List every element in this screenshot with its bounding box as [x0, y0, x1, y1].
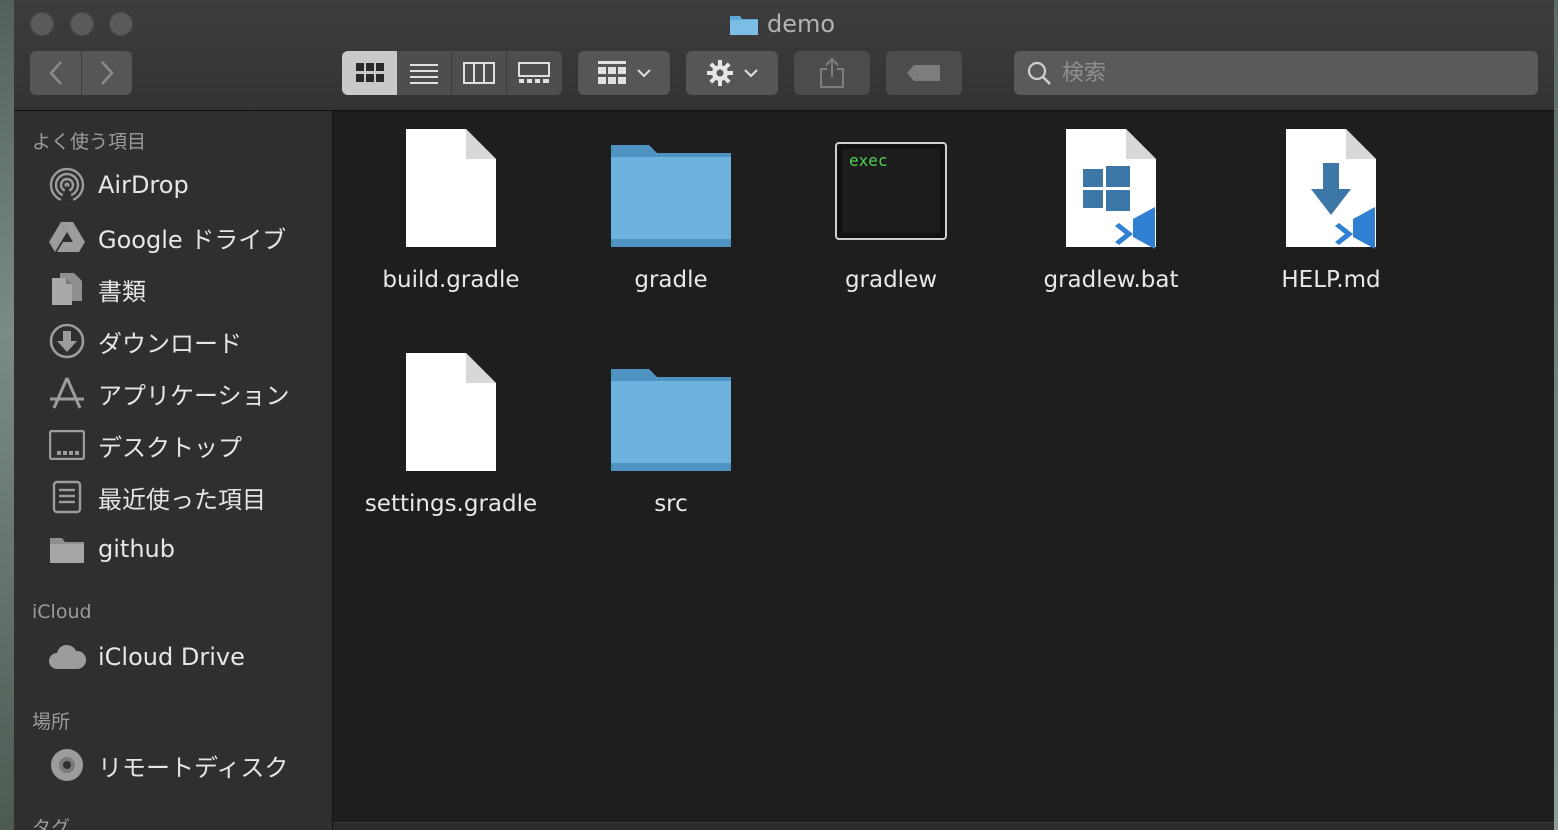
sidebar-item-airdrop[interactable]: AirDrop	[48, 165, 189, 205]
window-title: demo	[729, 10, 835, 38]
sidebar-item-label: デスクトップ	[98, 433, 242, 462]
windows-document-icon	[1041, 127, 1181, 257]
view-switcher	[342, 51, 562, 95]
sidebar-item-desktop[interactable]: デスクトップ	[48, 425, 242, 465]
action-button[interactable]	[686, 51, 778, 95]
column-view-icon	[462, 62, 495, 84]
minimize-button[interactable]	[70, 12, 94, 36]
folder-icon	[730, 16, 758, 35]
sidebar-section-locations: 場所	[32, 711, 71, 733]
search-icon	[1027, 61, 1051, 85]
sidebar-item-label: 最近使った項目	[98, 485, 266, 514]
folder-icon	[601, 127, 741, 257]
sidebar-item-label: AirDrop	[98, 171, 189, 199]
file-name: HELP.md	[1281, 267, 1381, 293]
exec-badge: exec	[849, 151, 888, 170]
folder-icon	[48, 530, 86, 568]
file-name: settings.gradle	[364, 491, 538, 517]
window-title-text: demo	[767, 10, 836, 38]
chevron-left-icon	[48, 61, 62, 85]
sidebar-item-label: アプリケーション	[98, 381, 290, 410]
close-button[interactable]	[30, 12, 54, 36]
desktop-icon	[48, 426, 86, 464]
sidebar-item-remote-disc[interactable]: リモートディスク	[48, 745, 288, 785]
file-name: src	[654, 491, 688, 517]
google-drive-icon	[48, 218, 86, 256]
applications-icon	[48, 374, 86, 412]
share-button[interactable]	[794, 51, 870, 95]
airdrop-icon	[48, 166, 86, 204]
horizontal-scrollbar[interactable]	[333, 822, 1554, 830]
icon-view-icon	[355, 63, 384, 82]
search-field[interactable]	[1014, 51, 1538, 95]
sidebar-item-label: github	[98, 535, 175, 563]
desktop-background	[0, 0, 14, 830]
tag-icon	[907, 65, 940, 81]
sidebar-item-icloud-drive[interactable]: iCloud Drive	[48, 637, 245, 677]
tag-button[interactable]	[886, 51, 962, 95]
file-grid: build.gradle gradle exec gradlew gradlew…	[333, 111, 1554, 823]
download-document-icon	[1261, 127, 1401, 257]
chevron-down-icon	[637, 69, 651, 78]
chevron-down-icon	[744, 69, 758, 78]
search-input[interactable]	[1060, 59, 1504, 87]
sidebar-item-applications[interactable]: アプリケーション	[48, 373, 290, 413]
column-view-button[interactable]	[452, 51, 507, 95]
file-name: gradlew.bat	[1043, 267, 1179, 293]
file-item[interactable]: settings.gradle	[341, 335, 561, 545]
sidebar-item-google-drive[interactable]: Google ドライブ	[48, 217, 286, 257]
folder-item[interactable]: src	[561, 335, 781, 545]
disc-icon	[48, 746, 86, 784]
sidebar: よく使う項目 AirDrop Google ドライブ 書類 ダウンロード アプリ…	[14, 111, 333, 830]
sidebar-item-recents[interactable]: 最近使った項目	[48, 477, 266, 517]
back-button[interactable]	[31, 51, 82, 95]
gallery-view-icon	[518, 62, 551, 83]
cloud-icon	[48, 638, 86, 676]
sidebar-item-documents[interactable]: 書類	[48, 269, 146, 309]
file-item[interactable]: HELP.md	[1221, 111, 1441, 321]
sidebar-item-github[interactable]: github	[48, 529, 175, 569]
group-button[interactable]	[578, 51, 670, 95]
file-name: build.gradle	[382, 267, 520, 293]
titlebar: demo	[14, 0, 1554, 111]
list-view-icon	[410, 64, 439, 84]
download-icon	[48, 322, 86, 360]
folder-item[interactable]: gradle	[561, 111, 781, 321]
zoom-button[interactable]	[109, 12, 133, 36]
document-icon	[381, 351, 521, 481]
list-view-button[interactable]	[397, 51, 452, 95]
file-item[interactable]: gradlew.bat	[1001, 111, 1221, 321]
sidebar-section-icloud: iCloud	[32, 601, 92, 623]
file-item[interactable]: exec gradlew	[781, 111, 1001, 321]
file-item[interactable]: build.gradle	[341, 111, 561, 321]
sidebar-item-label: iCloud Drive	[98, 643, 245, 671]
sidebar-item-label: 書類	[98, 277, 146, 306]
document-icon	[381, 127, 521, 257]
group-icon	[598, 61, 626, 84]
folder-icon	[601, 351, 741, 481]
sidebar-section-tags: タグ	[32, 817, 71, 830]
chevron-right-icon	[100, 61, 114, 85]
sidebar-section-favorites: よく使う項目	[32, 131, 147, 153]
sidebar-item-downloads[interactable]: ダウンロード	[48, 321, 242, 361]
terminal-exec-icon: exec	[821, 127, 961, 257]
icon-view-button[interactable]	[342, 51, 398, 95]
file-name: gradlew	[844, 267, 938, 293]
forward-button[interactable]	[82, 51, 132, 95]
nav-buttons	[30, 51, 132, 95]
gear-icon	[707, 60, 733, 86]
file-name: gradle	[634, 267, 708, 293]
share-icon	[820, 57, 844, 88]
recents-icon	[48, 478, 86, 516]
gallery-view-button[interactable]	[507, 51, 562, 95]
finder-window: demo 検索 よく使う項目 AirDrop Google ドライブ 書類 ダウ…	[14, 0, 1554, 830]
sidebar-item-label: ダウンロード	[98, 329, 242, 358]
sidebar-item-label: Google ドライブ	[98, 225, 287, 254]
documents-icon	[48, 270, 86, 308]
sidebar-item-label: リモートディスク	[98, 753, 289, 782]
